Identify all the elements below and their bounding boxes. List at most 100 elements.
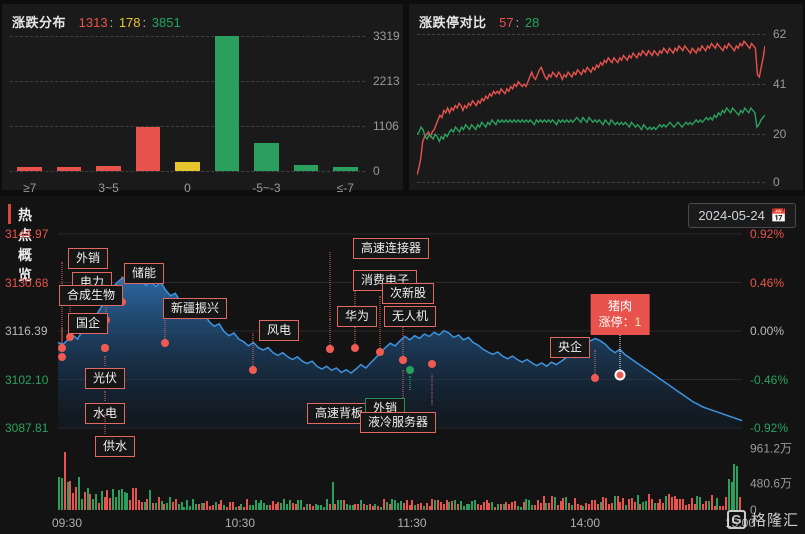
hotspot-tag[interactable]: 合成生物	[58, 285, 124, 306]
volume-bar	[211, 504, 214, 510]
volume-bar	[360, 500, 363, 510]
hotspot-marker-dot[interactable]	[591, 374, 599, 382]
selected-marker-dot[interactable]	[614, 369, 626, 381]
distribution-header: 涨跌分布 1313: 178: 3851	[12, 12, 181, 31]
hotspot-marker-dot[interactable]	[58, 353, 66, 361]
volume-bar	[662, 502, 665, 510]
sep1: :	[109, 15, 114, 30]
hotspot-marker-dot[interactable]	[351, 344, 359, 352]
distribution-plot	[10, 36, 365, 172]
volume-bar	[200, 502, 203, 510]
volume-bar	[511, 502, 514, 510]
volume-bar	[277, 502, 280, 510]
limit-up-count: 57	[499, 15, 514, 30]
volume-bar	[194, 503, 197, 510]
tag-leader-line	[431, 374, 433, 405]
volume-bar	[229, 501, 231, 510]
volume-bar	[140, 501, 143, 510]
volume-bar	[305, 503, 308, 510]
hotspot-marker-dot[interactable]	[376, 348, 384, 356]
hotspot-tag[interactable]: 央企	[549, 337, 591, 358]
volume-bar	[405, 500, 408, 510]
price-left-tick: 3130.68	[5, 275, 49, 290]
date-picker[interactable]: 2024-05-24 📅	[688, 203, 796, 228]
limit-series-line	[417, 39, 765, 175]
volume-bar	[217, 504, 220, 510]
hotspot-marker-dot[interactable]	[406, 366, 414, 374]
volume-bar	[414, 505, 417, 510]
accent-bar	[8, 204, 11, 224]
volume-bar	[579, 504, 582, 510]
volume-bar	[66, 482, 69, 510]
volume-bar	[622, 498, 625, 510]
volume-bar	[371, 506, 374, 510]
distribution-flat-count: 178	[118, 15, 141, 30]
hotspot-marker-dot[interactable]	[326, 345, 334, 353]
price-right-tick: 0.46%	[750, 275, 785, 290]
distribution-bar	[175, 162, 200, 171]
x-tick-label: ≥7	[23, 181, 37, 195]
volume-bar	[445, 500, 448, 510]
volume-bar	[428, 505, 431, 510]
hotspot-tag[interactable]: 外销	[67, 248, 109, 269]
volume-bar	[642, 501, 645, 510]
volume-bar	[251, 504, 254, 510]
hotspot-marker-dot[interactable]	[101, 344, 109, 352]
hotspot-tag[interactable]: 国企	[67, 313, 109, 334]
volume-bar	[474, 499, 477, 510]
volume-bar	[300, 499, 303, 510]
x-tick-label: 0	[184, 181, 191, 195]
volume-bar	[679, 498, 682, 510]
volume-bar	[585, 503, 588, 510]
hotspot-marker-dot[interactable]	[161, 339, 169, 347]
volume-bar	[733, 463, 736, 510]
volume-bar	[685, 504, 687, 510]
distribution-bar	[333, 166, 358, 171]
volume-bar	[630, 497, 633, 510]
tag-leader-line	[402, 370, 404, 398]
volume-bar	[590, 500, 593, 510]
limit-compare-panel: 涨跌停对比 57: 28 62 41 20 0	[409, 4, 803, 190]
volume-bar	[605, 498, 608, 510]
calendar-icon: 📅	[770, 208, 787, 223]
y-tick-label: 2213	[373, 73, 400, 88]
volume-bar	[220, 500, 223, 510]
volume-bar	[172, 502, 174, 510]
volume-bar	[465, 504, 468, 510]
hotspot-marker-dot[interactable]	[249, 366, 257, 374]
hotspot-marker-dot[interactable]	[399, 356, 407, 364]
hotspot-marker-dot[interactable]	[428, 360, 436, 368]
hotspot-tag[interactable]: 次新股	[381, 283, 435, 304]
hotspot-tag[interactable]: 光伏	[84, 368, 126, 389]
y-tick-label: 0	[373, 164, 380, 178]
volume-bar	[531, 505, 534, 510]
hotspot-tag[interactable]: 华为	[336, 306, 378, 327]
price-chart[interactable]: 3144.97 3130.68 3116.39 3102.10 3087.81 0.92…	[0, 226, 805, 457]
tag-leader-line	[379, 296, 381, 350]
volume-bar	[248, 504, 251, 510]
volume-bar	[559, 500, 562, 510]
hotspot-tag[interactable]: 风电	[258, 320, 300, 341]
hotspot-tag[interactable]: 无人机	[383, 306, 437, 327]
volume-bar	[608, 504, 611, 510]
x-tick-label: -5~-3	[252, 181, 281, 195]
hotspot-tag[interactable]: 储能	[123, 263, 165, 284]
volume-bar	[263, 502, 266, 510]
hotspot-tag[interactable]: 新疆振兴	[162, 298, 228, 319]
volume-bar	[271, 501, 274, 510]
volume-bar	[702, 504, 705, 510]
volume-bar	[565, 497, 568, 510]
volume-bar	[257, 502, 260, 510]
volume-bar	[533, 505, 536, 510]
volume-bar	[419, 502, 422, 510]
y-tick-label: 62	[773, 27, 787, 41]
hotspot-marker-dot[interactable]	[66, 333, 74, 341]
hotspot-tag[interactable]: 高速连接器	[352, 238, 430, 259]
hotspot-marker-dot[interactable]	[58, 344, 66, 352]
volume-bar	[83, 492, 86, 510]
volume-bar	[710, 494, 713, 510]
hotspot-tag[interactable]: 液冷服务器	[359, 412, 437, 433]
limit-series-line	[417, 106, 765, 144]
volume-bar	[602, 497, 605, 510]
volume-bar	[673, 496, 676, 510]
